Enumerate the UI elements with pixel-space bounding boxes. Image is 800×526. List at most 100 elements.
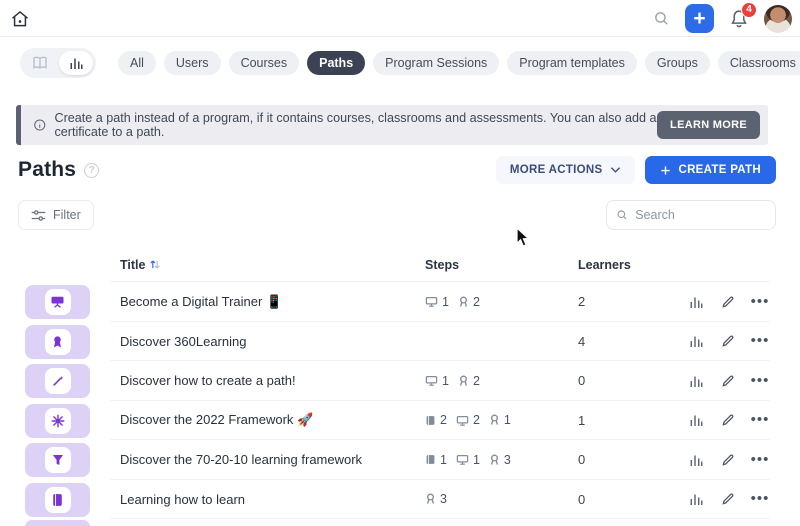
path-thumbnail[interactable] [25, 403, 90, 438]
path-learners-count: 0 [578, 491, 586, 507]
path-title-link[interactable]: Discover 360Learning [120, 322, 246, 362]
more-options-icon[interactable]: ••• [751, 491, 769, 507]
book-icon [44, 486, 71, 513]
step-count: 2 [472, 294, 480, 309]
path-thumbnail[interactable] [25, 285, 90, 319]
step-classroom: 1 [456, 453, 480, 467]
plus-icon [661, 165, 671, 175]
table-header-row: Title Steps Learners [110, 248, 770, 282]
column-header-title[interactable]: Title [120, 258, 161, 272]
step-assessment: 3 [489, 453, 511, 467]
stats-icon[interactable] [688, 491, 704, 507]
row-actions: ••• [688, 322, 768, 362]
edit-pencil-icon[interactable] [720, 333, 736, 349]
classroom-icon [456, 454, 469, 466]
more-options-icon[interactable]: ••• [751, 294, 769, 310]
bar-chart-icon [70, 58, 82, 69]
more-options-icon[interactable]: ••• [751, 333, 769, 349]
path-title-link[interactable]: Learning how to learn [120, 480, 245, 520]
home-icon[interactable] [10, 9, 30, 29]
presentation-icon [44, 289, 71, 315]
stats-icon[interactable] [688, 452, 704, 468]
edit-pencil-icon[interactable] [720, 452, 736, 468]
more-actions-button[interactable]: MORE ACTIONS [495, 156, 636, 184]
paths-table: Title Steps Learners Become a Digital Tr… [0, 248, 800, 526]
row-actions: ••• [688, 401, 768, 441]
sort-icon [150, 260, 161, 269]
tab-users[interactable]: Users [163, 51, 221, 75]
help-icon[interactable]: ? [84, 162, 100, 178]
table-row: Learning how to learn 3 0 ••• [0, 480, 800, 520]
stats-view-toggle[interactable] [59, 51, 93, 75]
create-new-button[interactable]: + [685, 4, 714, 33]
path-title-link[interactable]: Discover the 70-20-10 learning framework [120, 440, 362, 480]
learn-more-button[interactable]: LEARN MORE [657, 111, 760, 139]
column-header-steps: Steps [425, 257, 460, 272]
path-thumbnail[interactable] [25, 482, 90, 517]
wand-icon [44, 368, 71, 394]
path-thumbnail[interactable] [25, 364, 90, 398]
step-count: 1 [440, 452, 447, 467]
notifications-bell-icon[interactable]: 4 [728, 1, 757, 30]
page-title: Paths [18, 158, 77, 181]
tab-groups[interactable]: Groups [644, 51, 710, 75]
filter-tabs-row: All Users Courses Paths Program Sessions Prog… [0, 44, 800, 82]
catalog-view-toggle[interactable] [23, 51, 57, 75]
stats-icon[interactable] [688, 333, 704, 349]
stats-icon[interactable] [688, 412, 704, 428]
notification-badge: 4 [741, 1, 757, 18]
more-options-icon[interactable]: ••• [751, 452, 769, 468]
mouse-cursor [516, 227, 531, 248]
path-title-link[interactable]: Become a Digital Trainer 📱 [120, 282, 282, 322]
book-icon [33, 56, 47, 69]
step-count: 2 [472, 413, 480, 428]
step-course: 1 [425, 453, 447, 467]
path-title-link[interactable]: Discover how to create a path! [120, 361, 296, 401]
step-classroom: 2 [456, 413, 480, 427]
edit-pencil-icon[interactable] [720, 412, 736, 428]
edit-pencil-icon[interactable] [720, 491, 736, 507]
step-assessment: 1 [489, 413, 511, 427]
assessment-icon [489, 454, 500, 466]
stats-icon[interactable] [688, 294, 704, 310]
step-count: 3 [440, 492, 447, 507]
tab-all[interactable]: All [118, 51, 156, 75]
tab-courses[interactable]: Courses [228, 51, 300, 75]
global-search-icon[interactable] [651, 9, 671, 29]
create-path-button[interactable]: CREATE PATH [645, 156, 776, 184]
info-icon [34, 119, 46, 131]
user-avatar[interactable] [764, 4, 792, 33]
stats-icon[interactable] [688, 373, 704, 389]
column-header-learners: Learners [578, 257, 631, 272]
tab-program-sessions[interactable]: Program Sessions [373, 51, 500, 75]
row-actions: ••• [688, 282, 768, 322]
classroom-icon [425, 296, 438, 308]
list-toolbar: Filter [18, 200, 776, 230]
tab-paths[interactable]: Paths [307, 51, 366, 75]
path-learners-count: 0 [578, 373, 586, 389]
course-icon [425, 415, 436, 426]
step-classroom: 1 [425, 295, 449, 309]
path-learners-count: 1 [578, 412, 586, 428]
path-title-link[interactable]: Discover the 2022 Framework 🚀 [120, 401, 313, 441]
search-input[interactable] [635, 208, 766, 222]
assessment-icon [425, 493, 436, 505]
edit-pencil-icon[interactable] [720, 373, 736, 389]
table-row: Discover the 2022 Framework 🚀 2 2 1 1 ••• [0, 401, 800, 441]
step-count: 2 [440, 413, 447, 428]
row-actions: ••• [688, 440, 768, 480]
chevron-down-icon [611, 167, 621, 173]
step-count: 1 [442, 294, 449, 309]
path-thumbnail[interactable] [25, 324, 90, 359]
edit-pencil-icon[interactable] [720, 294, 736, 310]
more-options-icon[interactable]: ••• [751, 373, 769, 389]
funnel-icon [44, 447, 71, 473]
tab-classrooms[interactable]: Classrooms [717, 51, 800, 75]
path-steps: 3 [425, 480, 447, 520]
path-steps: 12 [425, 361, 480, 401]
path-thumbnail[interactable] [25, 443, 90, 477]
assessment-icon [458, 375, 469, 387]
more-options-icon[interactable]: ••• [751, 412, 769, 428]
filter-button[interactable]: Filter [18, 200, 94, 230]
tab-program-templates[interactable]: Program templates [507, 51, 637, 75]
